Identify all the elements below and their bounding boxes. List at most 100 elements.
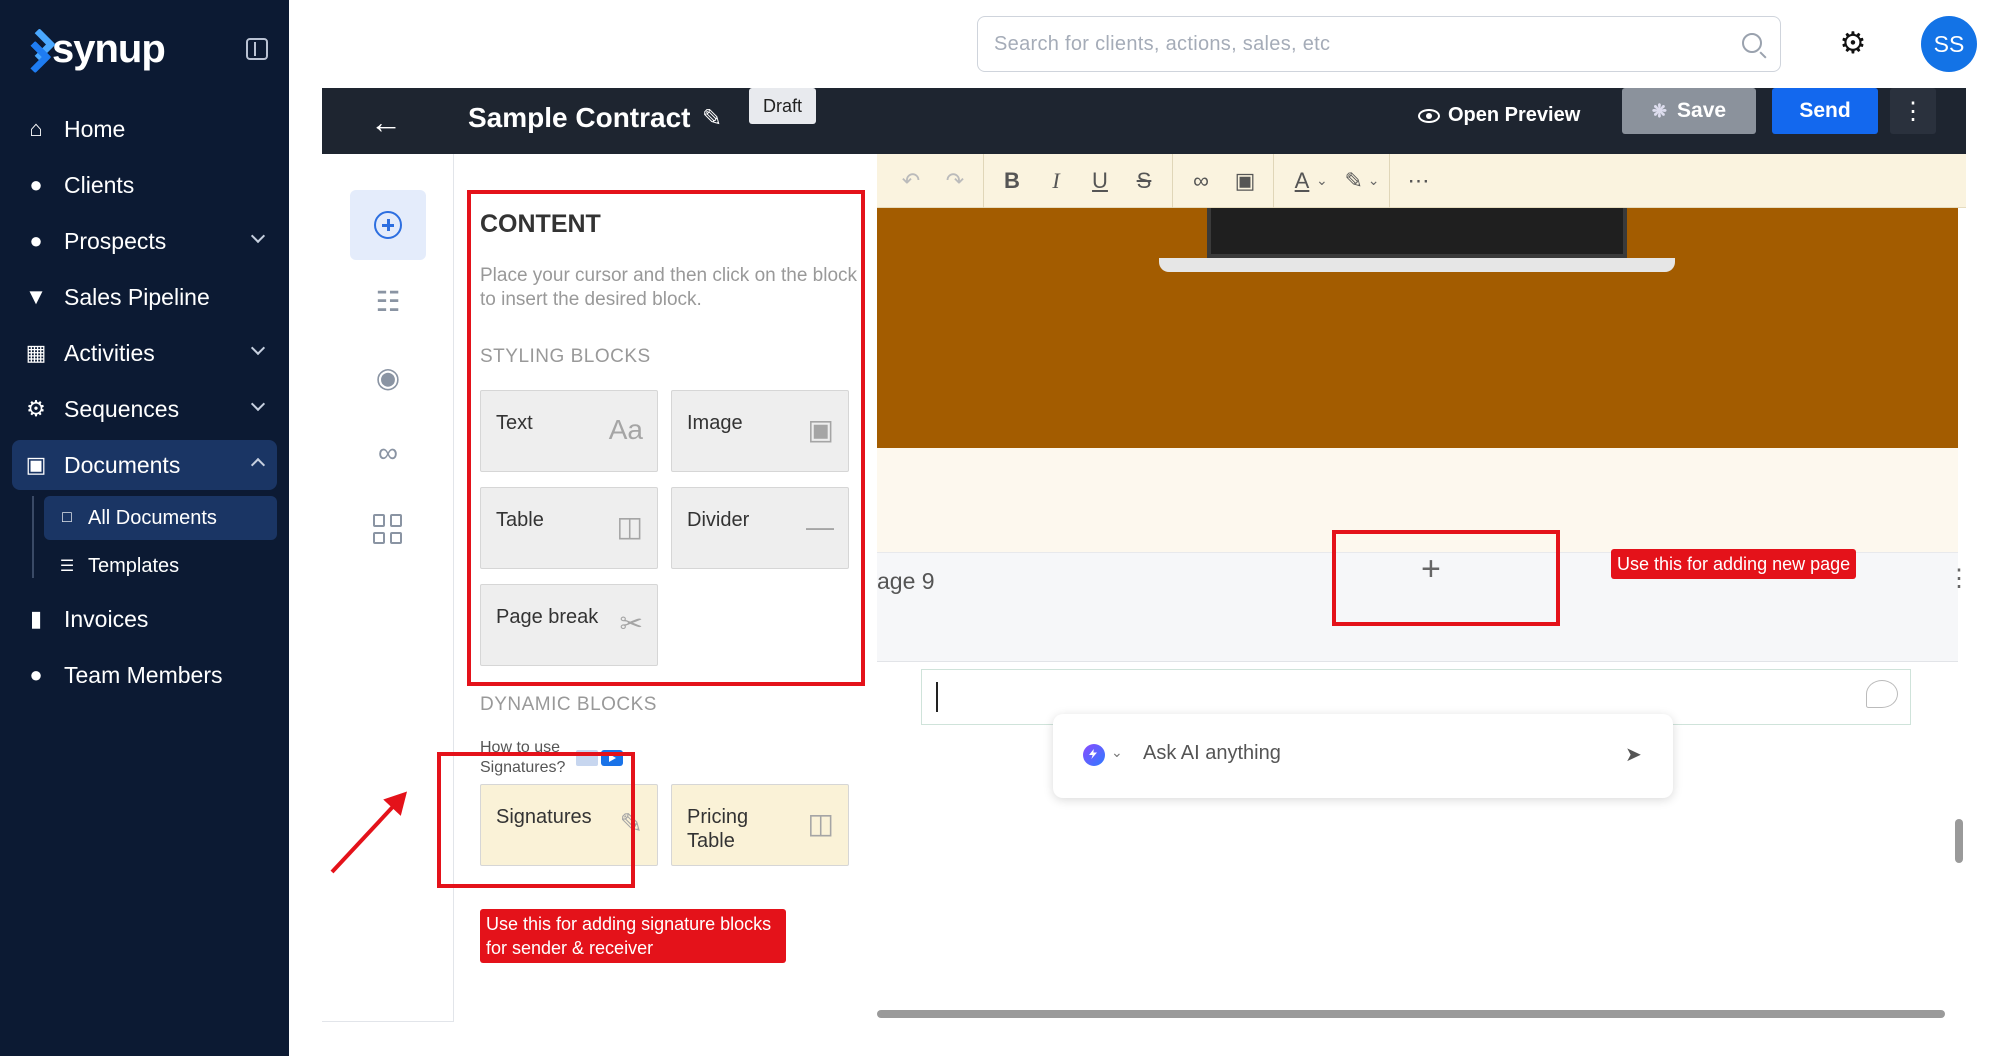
toolbar-divider	[1172, 154, 1173, 208]
sidebar-item-label: Team Members	[64, 661, 223, 688]
page-number-label: age 9	[877, 568, 935, 594]
edit-title-pencil-icon[interactable]: ✎	[702, 104, 722, 133]
global-search	[977, 16, 1781, 72]
sidebar: synup ⌂ Home ● Clients ● Prospects ▼ Sal…	[0, 0, 289, 1056]
calendar-icon: ▦	[25, 340, 47, 365]
sidebar-item-label: Sales Pipeline	[64, 283, 210, 310]
chevron-down-icon[interactable]: ⌄	[1111, 744, 1123, 761]
sliders-icon: ☷	[375, 285, 401, 317]
chevron-down-icon	[250, 396, 266, 412]
invoice-icon: ▮	[29, 606, 43, 631]
plus-circle-icon	[374, 211, 402, 239]
undo-icon[interactable]: ↶	[889, 161, 933, 201]
underline-icon[interactable]: U	[1078, 161, 1122, 201]
ask-ai-popover: ⌄ ➤	[1053, 714, 1673, 798]
gear-icon: ⚙	[26, 396, 46, 421]
sidebar-item-documents[interactable]: ▣ Documents	[12, 440, 277, 490]
open-preview-label: Open Preview	[1448, 104, 1581, 126]
save-button[interactable]: ❋ Save	[1622, 88, 1756, 134]
chevron-down-icon[interactable]: ⌄	[1368, 172, 1380, 189]
template-icon: ☰	[59, 558, 75, 575]
horizontal-scrollbar[interactable]	[877, 1010, 1945, 1018]
sidebar-item-templates[interactable]: ☰ Templates	[44, 544, 277, 588]
settings-gear-icon[interactable]: ⚙	[1837, 28, 1869, 60]
link-icon[interactable]: ∞	[1179, 161, 1223, 201]
sidebar-item-label: Clients	[64, 171, 135, 198]
block-label: Pricing Table	[687, 806, 749, 852]
rail-link-button[interactable]: ∞	[350, 418, 426, 488]
loading-spinner-icon: ❋	[1651, 100, 1668, 121]
format-toolbar: ↶ ↷ B I U S ∞ ▣ A ⌄ ✎ ⌄ ⋯	[877, 154, 1966, 208]
toolbar-divider	[1273, 154, 1274, 208]
pricing-table-block[interactable]: Pricing Table ◫	[671, 784, 849, 866]
editor-header: ← Sample Contract ✎ Draft Open Preview ❋…	[322, 88, 1966, 154]
sidebar-item-invoices[interactable]: ▮ Invoices	[12, 594, 277, 644]
rail-settings-button[interactable]: ☷	[350, 266, 426, 336]
send-arrow-icon[interactable]: ➤	[1625, 742, 1642, 767]
palette-icon: ◉	[375, 361, 401, 393]
signature-annotation: Use this for adding signature blocks for…	[480, 909, 786, 963]
save-label: Save	[1677, 99, 1727, 122]
redo-icon[interactable]: ↷	[933, 161, 977, 201]
italic-icon[interactable]: I	[1034, 161, 1078, 201]
rail-add-content-button[interactable]	[350, 190, 426, 260]
laptop-base-image	[1159, 258, 1675, 272]
laptop-image	[1207, 208, 1627, 258]
documents-submenu: □ All Documents ☰ Templates	[32, 496, 289, 588]
sidebar-item-sales-pipeline[interactable]: ▼ Sales Pipeline	[12, 272, 277, 322]
ask-ai-input[interactable]	[1143, 742, 1583, 765]
eye-icon	[1418, 108, 1440, 123]
sidebar-item-label: Invoices	[64, 605, 149, 632]
sidebar-item-label: Documents	[64, 451, 181, 478]
submenu-tree-line	[32, 496, 34, 578]
sidebar-item-label: Home	[64, 115, 126, 142]
open-preview-button[interactable]: Open Preview	[1418, 104, 1580, 127]
signatures-highlight	[437, 752, 635, 888]
sidebar-collapse-icon[interactable]	[246, 38, 268, 60]
search-icon[interactable]	[1742, 33, 1762, 53]
brand-name: synup	[52, 26, 166, 71]
sidebar-item-clients[interactable]: ● Clients	[12, 160, 277, 210]
toolbar-divider	[1389, 154, 1391, 208]
app-root: synup ⌂ Home ● Clients ● Prospects ▼ Sal…	[0, 0, 1999, 1056]
sidebar-item-label: Prospects	[64, 227, 167, 254]
more-options-icon[interactable]: ⋮	[1890, 88, 1936, 134]
sidebar-item-team-members[interactable]: ● Team Members	[12, 650, 277, 700]
rail-templates-button[interactable]	[350, 494, 426, 564]
page-options-icon[interactable]: ⋮	[1947, 564, 1966, 593]
insert-image-icon[interactable]: ▣	[1223, 161, 1267, 201]
bold-icon[interactable]: B	[990, 161, 1034, 201]
sidebar-item-activities[interactable]: ▦ Activities	[12, 328, 277, 378]
top-bar: ⚙ SS	[289, 0, 1999, 88]
vertical-scrollbar[interactable]	[1955, 819, 1963, 863]
editor-tool-rail: ☷ ◉ ∞	[322, 154, 454, 1022]
add-page-highlight	[1332, 530, 1560, 626]
sidebar-item-home[interactable]: ⌂ Home	[12, 104, 277, 154]
sidebar-item-all-documents[interactable]: □ All Documents	[44, 496, 277, 540]
team-icon: ●	[29, 662, 43, 687]
toolbar-divider	[983, 154, 984, 208]
rail-theme-button[interactable]: ◉	[350, 342, 426, 412]
synup-logo-mark-icon	[26, 31, 48, 67]
document-icon: ▣	[25, 452, 47, 477]
sidebar-item-label: Templates	[88, 554, 180, 577]
chevron-down-icon	[250, 340, 266, 356]
grid-icon	[373, 514, 403, 544]
sidebar-item-prospects[interactable]: ● Prospects	[12, 216, 277, 266]
link-icon: ∞	[378, 437, 398, 468]
chevron-down-icon[interactable]: ⌄	[1316, 172, 1328, 189]
status-badge: Draft	[749, 88, 817, 124]
back-arrow-icon[interactable]: ←	[370, 104, 402, 141]
user-avatar[interactable]: SS	[1921, 16, 1977, 72]
more-horizontal-icon[interactable]: ⋯	[1396, 161, 1440, 201]
sidebar-item-sequences[interactable]: ⚙ Sequences	[12, 384, 277, 434]
synup-logo[interactable]: synup	[26, 24, 166, 74]
comment-icon[interactable]	[1866, 680, 1898, 708]
search-input[interactable]	[994, 32, 1714, 56]
dynamic-blocks-label: DYNAMIC BLOCKS	[480, 694, 657, 715]
ai-logo-icon[interactable]	[1083, 744, 1105, 766]
send-button[interactable]: Send	[1772, 88, 1878, 134]
text-cursor	[936, 682, 938, 712]
strikethrough-icon[interactable]: S	[1122, 161, 1166, 201]
new-page-annotation: Use this for adding new page	[1611, 549, 1857, 579]
